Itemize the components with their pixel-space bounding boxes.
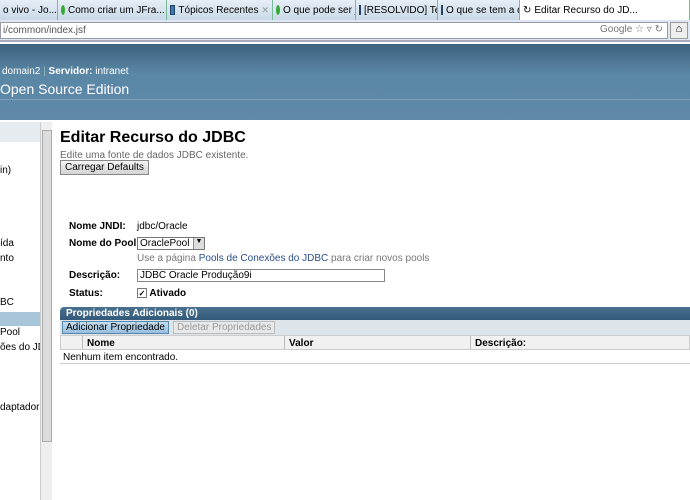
pool-value: OraclePool	[140, 238, 190, 249]
column-header-value[interactable]: Valor	[285, 336, 471, 349]
description-label: Descrição:	[69, 270, 121, 281]
browser-tab[interactable]: O que pode ser jpa.J...✕	[273, 0, 356, 20]
tab-label: Tópicos Recentes	[178, 4, 259, 16]
pool-select[interactable]: OraclePool ▼	[137, 237, 205, 250]
chevron-down-icon: ▼	[193, 238, 204, 249]
divider	[0, 99, 690, 100]
properties-table: Propriedades Adicionais (0) Adicionar Pr…	[60, 307, 690, 364]
tree-item[interactable]: ões do JDBC	[0, 342, 40, 353]
description-input[interactable]: JDBC Oracle Produção9i	[137, 269, 385, 282]
tree-item[interactable]: in)	[0, 165, 40, 176]
browser-tab-active[interactable]: ↻ Editar Recurso do JD...	[520, 0, 690, 20]
tree-item[interactable]: nto	[0, 253, 40, 264]
scrollbar-thumb[interactable]	[42, 130, 52, 442]
page-icon	[170, 5, 176, 15]
vertical-scrollbar[interactable]	[40, 122, 52, 500]
status-value: Ativado	[149, 288, 187, 299]
tab-label: Editar Recurso do JD...	[534, 4, 638, 16]
properties-title: Propriedades Adicionais (0)	[60, 307, 690, 320]
pool-hint: Use a página Pools de Conexões do JDBC p…	[137, 253, 429, 264]
server-label: Servidor:	[48, 66, 93, 77]
column-header-description[interactable]: Descrição:	[471, 336, 689, 349]
page-icon	[359, 5, 361, 15]
add-property-button[interactable]: Adicionar Propriedade	[62, 321, 169, 334]
hint-text: Use a página	[137, 253, 199, 264]
delete-properties-button[interactable]: Deletar Propriedades	[172, 321, 276, 334]
tab-label: o vivo - Jo...	[3, 4, 57, 16]
browser-tab[interactable]: Tópicos Recentes ✕	[167, 0, 273, 20]
empty-message: Nenhum item encontrado.	[60, 350, 690, 364]
pool-label: Nome do Pool:	[69, 238, 140, 249]
browser-tab[interactable]: o vivo - Jo...✕	[0, 0, 58, 20]
hint-text: para criar novos pools	[328, 253, 430, 264]
column-header-name[interactable]: Nome	[83, 336, 285, 349]
server-name: intranet	[95, 66, 129, 77]
url-input[interactable]: i/common/index.jsf Google ☆ ▿ ↻	[0, 22, 668, 39]
tree-item[interactable]: BC	[0, 297, 40, 308]
domain-name: domain2	[2, 66, 41, 77]
status-label: Status:	[69, 288, 103, 299]
address-bar-area: i/common/index.jsf Google ☆ ▿ ↻ ⌂	[0, 20, 690, 42]
tab-label: Como criar um JFra...	[68, 4, 165, 16]
star-icon[interactable]: ☆	[635, 24, 644, 35]
navigation-tree: in) ída nto BC Pool ões do JDBC daptador…	[0, 122, 52, 500]
tree-item[interactable]: Pool	[0, 327, 40, 338]
connection-pools-link[interactable]: Pools de Conexões do JDBC	[199, 253, 329, 264]
url-text: i/common/index.jsf	[3, 25, 86, 36]
loading-icon	[61, 5, 65, 15]
status-checkbox[interactable]: ✓	[137, 288, 147, 299]
browser-tab[interactable]: O que se tem a dizer...✕	[438, 0, 520, 20]
page-title: Editar Recurso do JDBC	[60, 129, 246, 146]
dropdown-icon[interactable]: ▿	[647, 24, 652, 35]
properties-toolbar: Adicionar Propriedade Deletar Propriedad…	[60, 320, 690, 335]
jndi-value: jdbc/Oracle	[137, 221, 188, 232]
select-column-header[interactable]	[61, 336, 83, 349]
tree-item[interactable]: ída	[0, 238, 40, 249]
table-header: Nome Valor Descrição:	[60, 335, 690, 350]
loading-icon: ↻	[523, 4, 532, 16]
jndi-label: Nome JNDI:	[69, 221, 126, 232]
close-icon[interactable]: ✕	[261, 5, 269, 16]
tree-item-selected[interactable]	[0, 312, 40, 326]
load-defaults-button[interactable]: Carregar Defaults	[60, 160, 149, 175]
tab-label: O que pode ser jpa.J...	[283, 4, 355, 16]
main-content: Editar Recurso do JDBC Edite uma fonte d…	[55, 122, 690, 500]
reload-icon[interactable]: ↻	[655, 24, 663, 35]
search-engine-label: Google	[600, 24, 633, 35]
browser-tab[interactable]: [RESOLVIDO] Temp...✕	[356, 0, 438, 20]
product-title: Open Source Edition	[0, 81, 130, 97]
tab-label: [RESOLVIDO] Temp...	[364, 4, 437, 16]
page-icon	[441, 5, 443, 15]
app-header: domain2 | Servidor: intranet Open Source…	[0, 44, 690, 120]
tree-item[interactable]: daptador d	[0, 402, 40, 413]
home-icon[interactable]: ⌂	[670, 22, 688, 39]
browser-tabs: o vivo - Jo...✕ Como criar um JFra...✕ T…	[0, 0, 690, 20]
tab-label: O que se tem a dizer...	[446, 4, 519, 16]
browser-tab[interactable]: Como criar um JFra...✕	[58, 0, 167, 20]
loading-icon	[276, 5, 280, 15]
